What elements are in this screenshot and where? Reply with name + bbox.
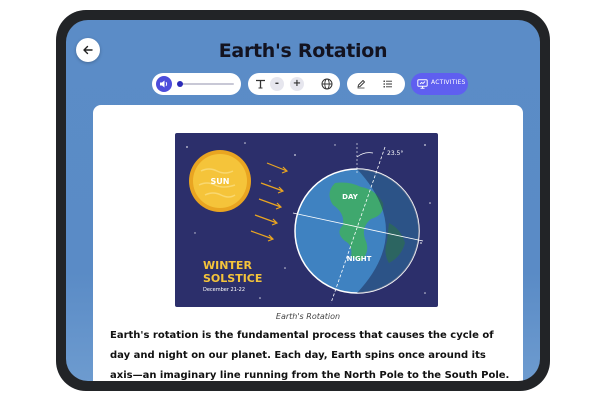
text-size-controls: - + [248,73,340,95]
season-title-line2: SOLSTICE [203,272,262,285]
tablet-frame: Earth's Rotation - + ACTIVITIES SUN DAY … [56,10,550,391]
page-title: Earth's Rotation [218,40,388,62]
globe-icon[interactable] [321,78,333,90]
list-icon[interactable] [383,80,393,88]
season-title-line1: WINTER [203,259,252,272]
audio-progress-slider[interactable] [177,81,234,87]
season-date: December 21-22 [203,287,245,293]
increase-text-size-button[interactable]: + [290,77,304,91]
presentation-icon [417,79,428,89]
article-body: Earth's rotation is the fundamental proc… [110,330,510,381]
activities-label: ACTIVITIES [431,79,466,86]
audio-player [152,73,241,95]
figure-caption: Earth's Rotation [275,312,341,321]
text-size-icon [256,79,265,89]
article-card: SUN DAY NIGHT 23.5° WINTER SOLSTICE Dece… [93,105,523,381]
annotation-tools [347,73,405,95]
audio-progress-thumb[interactable] [177,81,183,87]
audio-play-button[interactable] [156,76,172,92]
day-label: DAY [342,193,359,201]
speaker-icon [160,80,168,88]
activities-button[interactable]: ACTIVITIES [411,73,468,95]
sun-label: SUN [211,177,230,186]
earth-globe: DAY NIGHT [294,168,420,294]
tilt-angle-label: 23.5° [387,150,403,157]
decrease-text-size-button[interactable]: - [270,77,284,91]
night-label: NIGHT [347,255,372,263]
earth-rotation-illustration: SUN DAY NIGHT 23.5° WINTER SOLSTICE Dece… [175,133,438,307]
app-screen: Earth's Rotation - + ACTIVITIES SUN DAY … [66,20,540,381]
pen-icon[interactable] [356,79,366,89]
